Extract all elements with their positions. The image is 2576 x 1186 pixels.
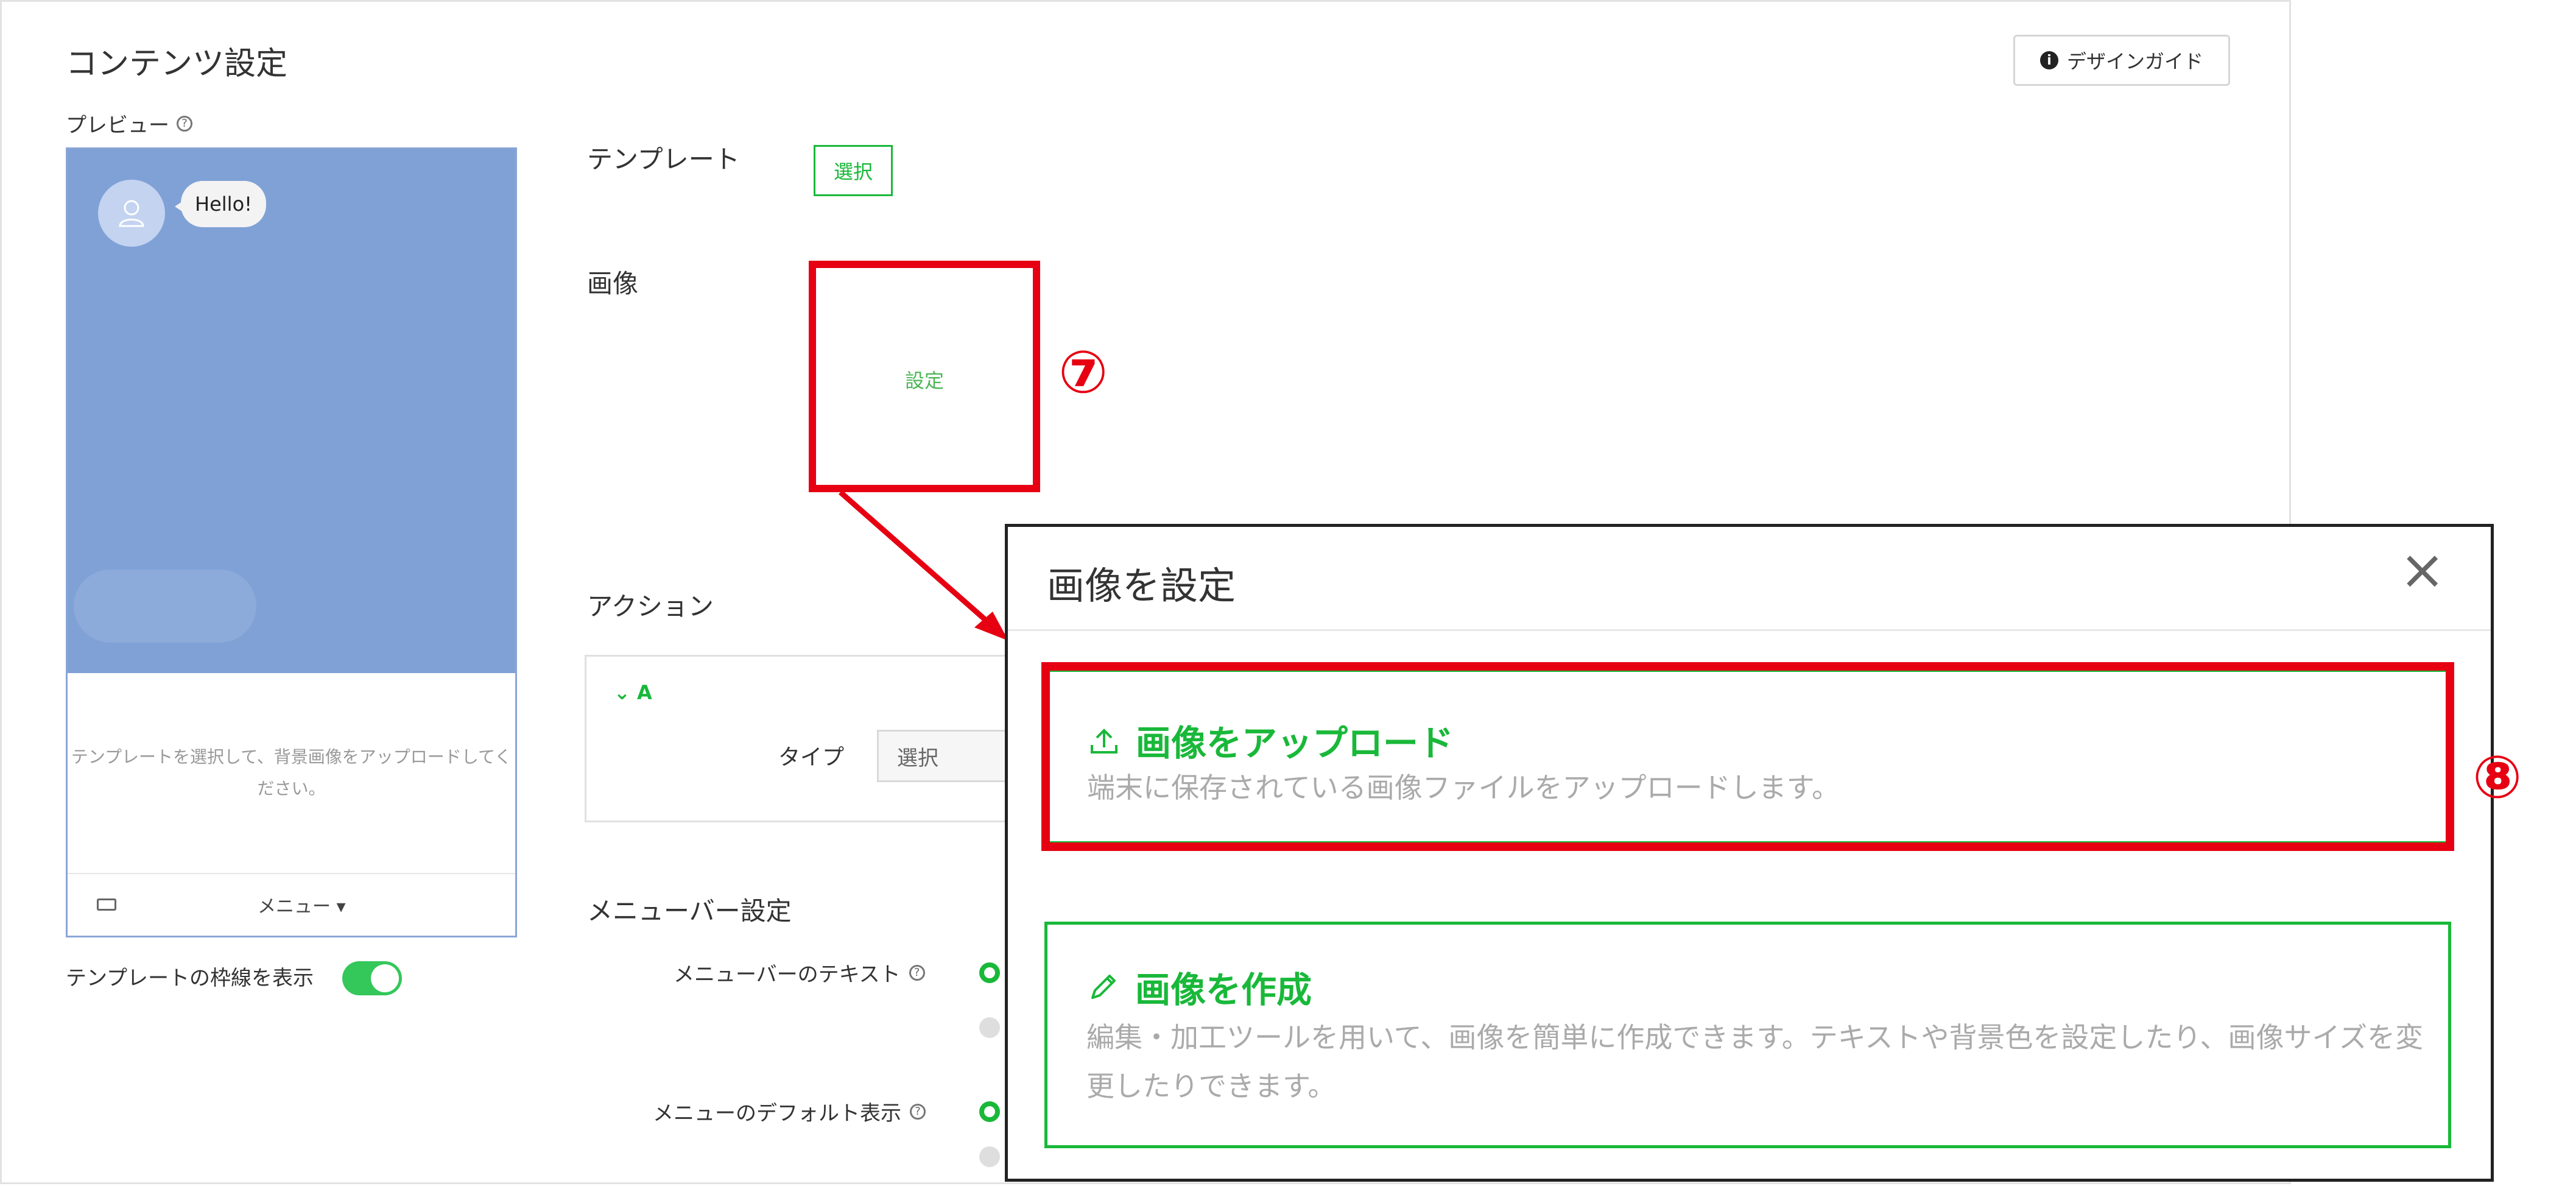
chat-bubble: Hello!: [181, 181, 266, 227]
menu-default-label-text: メニューのデフォルト表示: [653, 1101, 901, 1126]
set-image-modal: 画像を設定 × 画像をアップロード 端末に保存されている画像ファイルをアップロー…: [1005, 524, 2494, 1182]
radio-button[interactable]: [979, 1017, 1000, 1038]
step-7-marker: ⑦: [1058, 338, 1108, 406]
divider: [68, 873, 515, 874]
border-toggle[interactable]: [342, 961, 402, 995]
highlight-box-image: [809, 261, 1040, 492]
design-guide-label: デザインガイド: [2066, 50, 2203, 73]
modal-title: 画像を設定: [1047, 563, 1236, 608]
menu-toggle[interactable]: メニュー ▾: [258, 891, 346, 918]
menubar-text-label: メニューバーのテキスト ?: [674, 958, 925, 987]
pencil-icon: [1091, 975, 1116, 999]
border-toggle-label: テンプレートの枠線を表示: [66, 966, 314, 990]
avatar: [98, 180, 165, 247]
menu-default-label: メニューのデフォルト表示 ?: [653, 1096, 926, 1126]
create-option-title: 画像を作成: [1086, 961, 1312, 1012]
radio-button-selected[interactable]: [979, 1101, 1000, 1122]
info-icon: i: [2039, 51, 2058, 69]
page-title: コンテンツ設定: [66, 46, 288, 82]
divider: [1008, 629, 2491, 631]
cloud-decoration: [74, 570, 256, 643]
menubar-text-label-text: メニューバーのテキスト: [674, 962, 901, 987]
arrow-annotation: [839, 490, 1008, 641]
action-item-expand[interactable]: ⌄ A: [614, 681, 652, 704]
chevron-down-icon: ⌄: [614, 681, 630, 704]
create-option-title-text: 画像を作成: [1135, 969, 1312, 1011]
radio-button[interactable]: [979, 1146, 1000, 1167]
template-select-button[interactable]: 選択: [814, 145, 893, 196]
preview-phone: Hello! テンプレートを選択して、背景画像をアップロードしてください。 メニ…: [66, 147, 517, 937]
image-label: 画像: [587, 269, 639, 298]
help-icon[interactable]: ?: [177, 115, 192, 132]
action-label: アクション: [587, 591, 714, 621]
create-option-desc: 編集・加工ツールを用いて、画像を簡単に作成できます。テキストや背景色を設定したり…: [1086, 1021, 2424, 1103]
help-icon[interactable]: ?: [909, 964, 925, 981]
help-icon[interactable]: ?: [910, 1103, 926, 1120]
user-icon: [119, 200, 144, 227]
toggle-knob: [371, 964, 399, 992]
action-item-name: A: [636, 681, 652, 704]
type-select[interactable]: 選択: [877, 730, 1017, 782]
menubar-settings-label: メニューバー設定: [587, 896, 792, 926]
design-guide-button[interactable]: i デザインガイド: [2013, 35, 2230, 86]
create-image-option[interactable]: 画像を作成 編集・加工ツールを用いて、画像を簡単に作成できます。テキストや背景色…: [1044, 922, 2451, 1148]
close-icon[interactable]: ×: [2399, 543, 2445, 598]
highlight-box-upload: [1041, 662, 2454, 851]
preview-label-text: プレビュー: [66, 113, 169, 138]
radio-button-selected[interactable]: [979, 962, 1000, 983]
type-label: タイプ: [778, 745, 845, 770]
preview-hint: テンプレートを選択して、背景画像をアップロードしてください。: [71, 747, 512, 799]
keyboard-icon[interactable]: [97, 898, 116, 911]
template-label: テンプレート: [587, 144, 740, 174]
preview-label: プレビュー ?: [66, 108, 192, 138]
step-8-marker: ⑧: [2472, 743, 2522, 811]
